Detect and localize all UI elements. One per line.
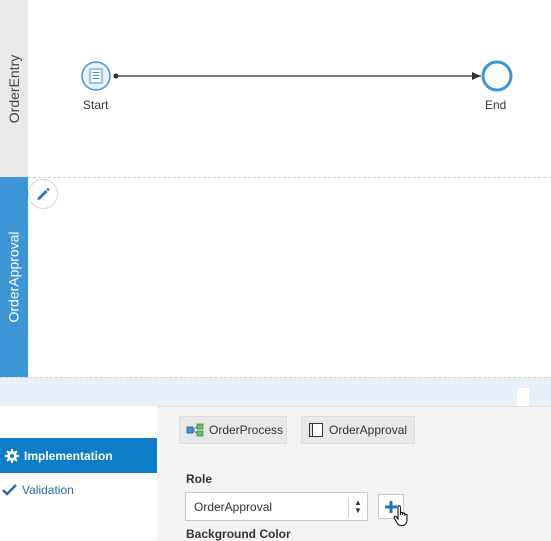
hand-cursor-icon [393, 505, 408, 526]
process-icon [186, 423, 204, 437]
gear-icon [5, 448, 19, 463]
start-label: Start [83, 98, 109, 112]
lane-orderapproval[interactable] [28, 177, 551, 378]
role-label: Role [186, 472, 213, 486]
resize-handle[interactable] [517, 388, 529, 406]
tab-implementation[interactable]: Implementation [0, 438, 157, 473]
role-chip[interactable]: OrderApproval [301, 416, 415, 444]
chip-label: OrderProcess [209, 423, 284, 437]
lane-title: OrderApproval [6, 231, 23, 323]
end-event[interactable] [481, 60, 513, 92]
edit-lane-button[interactable] [28, 179, 58, 209]
sequence-flow[interactable] [113, 72, 482, 80]
process-canvas [81, 60, 513, 92]
tab-label: Validation [22, 483, 74, 497]
lane-icon [309, 423, 323, 437]
tab-validation[interactable]: Validation [0, 478, 157, 502]
background-color-label: Background Color [186, 527, 291, 541]
process-chip[interactable]: OrderProcess [179, 416, 287, 444]
lane-label-orderapproval[interactable]: OrderApproval [0, 177, 28, 377]
role-select-value: OrderApproval [194, 499, 273, 514]
start-event[interactable] [81, 61, 111, 91]
properties-sidebar [0, 406, 157, 540]
role-select[interactable]: OrderApproval ▲ ▼ [185, 492, 368, 521]
lane-footer [0, 377, 551, 407]
checkmark-icon [2, 484, 17, 496]
tab-label: Implementation [24, 448, 113, 463]
pencil-icon [37, 188, 50, 200]
end-label: End [485, 98, 507, 112]
message-icon [89, 68, 103, 84]
chip-label: OrderApproval [329, 423, 408, 437]
select-arrows-icon: ▲ ▼ [348, 497, 367, 517]
